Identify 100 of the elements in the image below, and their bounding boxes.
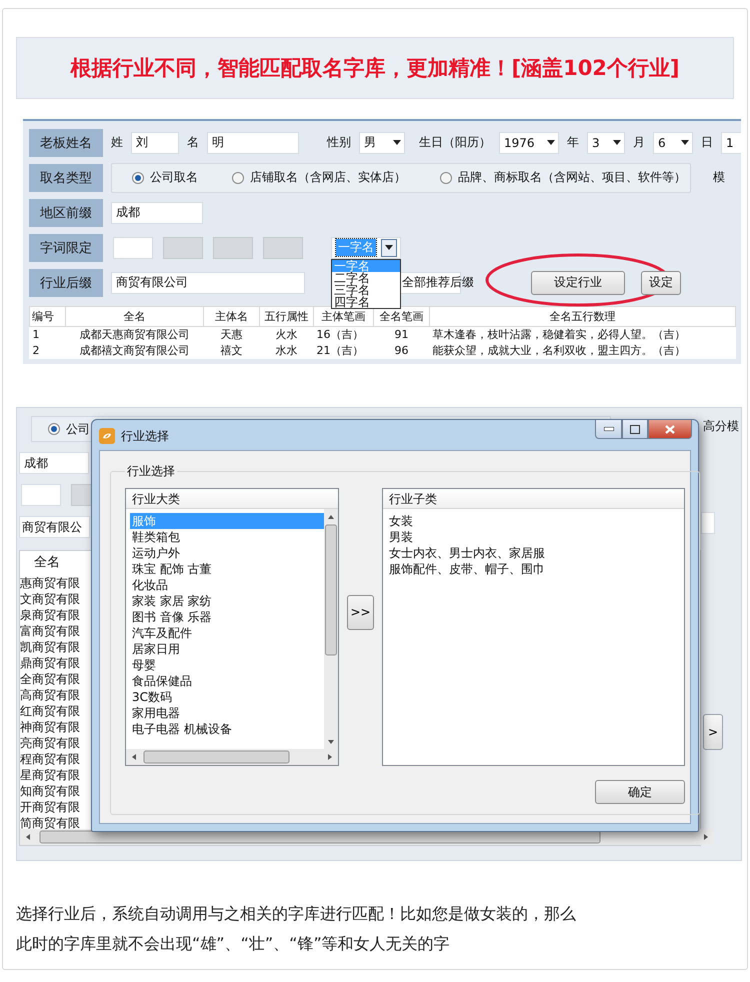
set-industry-button[interactable]: 设定 (641, 270, 681, 294)
region-field[interactable]: 成都 (111, 202, 203, 224)
field-label: 日 (701, 134, 713, 151)
table-cell: 水水 (260, 343, 314, 359)
suffix-field[interactable]: 商贸有限公 (19, 516, 90, 538)
field-label: 生日（阳历） (419, 134, 491, 151)
table-cell: 2 (30, 343, 66, 359)
table-cell: 火水 (260, 326, 314, 343)
caption-text: 此时的字库里就不会出现“雄”、“壮”、“锋”等和女人无关的字 (16, 933, 451, 955)
radio-option[interactable]: 公司取名 (132, 169, 198, 186)
list-item[interactable]: 图书 音像 乐器 (130, 609, 324, 625)
vertical-scrollbar[interactable] (324, 509, 338, 749)
table-cell-text: 程商贸有限 (20, 751, 81, 767)
close-button[interactable] (648, 420, 692, 439)
list-item[interactable]: 鞋类箱包 (130, 529, 324, 545)
move-button[interactable]: >> (347, 594, 374, 630)
column-header[interactable]: 主体笔画 (314, 306, 374, 326)
list-item[interactable]: 化妆品 (130, 577, 324, 593)
caret-icon (393, 140, 401, 145)
list-item[interactable]: 家用电器 (130, 705, 324, 721)
day-select[interactable]: 6 (653, 132, 693, 154)
field-label: 姓 (111, 134, 123, 151)
list-item[interactable]: 运动户外 (130, 545, 324, 561)
list-item[interactable]: 家装 家居 家纺 (130, 593, 324, 609)
window-title: 行业选择 (121, 428, 169, 445)
column-header[interactable]: 五行属性 (260, 306, 314, 326)
list-item[interactable]: 珠宝 配饰 古董 (130, 561, 324, 577)
caret-icon (681, 140, 689, 145)
list-item[interactable]: 居家日用 (130, 641, 324, 657)
given-name-field[interactable]: 明 (207, 132, 299, 154)
field-label: 高分模 (703, 418, 739, 435)
caret-icon (613, 140, 621, 145)
table-cell: 1 (30, 326, 66, 343)
word-field[interactable] (21, 484, 61, 506)
banner-headline: 根据行业不同，智能匹配取名字库，更加精准！[涵盖102个行业] (16, 37, 734, 99)
column-header[interactable]: 编号 (30, 306, 66, 326)
radio-option[interactable]: 品牌、商标取名（含网站、项目、软件等） (440, 169, 686, 186)
side-field[interactable] (701, 512, 715, 534)
table-cell-text: 全商贸有限 (20, 671, 81, 687)
maximize-icon (630, 424, 640, 434)
caret-icon (385, 245, 393, 250)
table-cell: 天惠 (204, 326, 260, 343)
gender-select[interactable]: 男 (359, 132, 405, 154)
field-label: 地区前缀 (29, 198, 103, 226)
table-cell: 成都禧文商贸有限公司 (66, 343, 204, 359)
list-item[interactable]: 电子电器 机械设备 (130, 721, 324, 737)
table-cell-text: 富商贸有限 (20, 623, 81, 639)
close-icon (665, 424, 675, 434)
field-label: 行业后缀 (29, 268, 103, 296)
minimize-button[interactable] (595, 420, 622, 439)
field-label: 性别 (327, 134, 351, 151)
table-cell: 16（吉） (314, 326, 374, 343)
year-select[interactable]: 1976 (499, 132, 559, 154)
radio-option[interactable]: 公司 (48, 420, 90, 438)
field-label: 月 (633, 134, 645, 151)
maximize-button[interactable] (622, 420, 648, 439)
table-cell-text: 简商贸有限 (20, 815, 81, 829)
list-item[interactable]: 汽车及配件 (130, 625, 324, 641)
table-cell: 能获众望，成就大业，名利双收，盟主四方。（吉） (430, 343, 736, 359)
caret-icon (547, 140, 555, 145)
hour-field[interactable]: 1 (721, 132, 741, 154)
column-header[interactable]: 全名笔画 (374, 306, 430, 326)
field-label: 年 (567, 134, 579, 151)
column-header[interactable]: 全名 (20, 551, 88, 575)
table-cell-text: 亮商贸有限 (20, 735, 81, 751)
horizontal-scrollbar[interactable] (126, 749, 338, 765)
field-label: 模 (713, 169, 725, 186)
next-button[interactable]: > (703, 714, 723, 750)
table-cell: 草木逢春，枝叶沾露，稳健着实，必得人望。（吉） (430, 326, 736, 343)
caption-text: 选择行业后，系统自动调用与之相关的字库进行匹配！比如您是做女装的，那么 (16, 903, 577, 925)
table-cell-text: 文商贸有限 (20, 591, 81, 607)
column-header[interactable]: 全名五行数理 (430, 306, 736, 326)
list-item[interactable]: 母婴 (130, 657, 324, 673)
field-label: 取名类型 (29, 164, 103, 192)
list-item[interactable]: 服饰配件、皮带、帽子、围巾 (387, 561, 684, 577)
field-label: 名 (187, 134, 199, 151)
table-cell-text: 星商贸有限 (20, 767, 81, 783)
suffix-field[interactable]: 商贸有限公司 (111, 272, 305, 294)
table-cell-text: 神商贸有限 (20, 719, 81, 735)
radio-option[interactable]: 店铺取名（含网店、实体店） (232, 169, 406, 186)
list-item[interactable]: 3C数码 (130, 689, 324, 705)
table-cell: 成都天惠商贸有限公司 (66, 326, 204, 343)
month-select[interactable]: 3 (587, 132, 625, 154)
minimize-icon (604, 427, 614, 431)
column-header[interactable]: 主体名 (204, 306, 260, 326)
list-item[interactable]: 食品保健品 (130, 673, 324, 689)
table-cell-text: 知商贸有限 (20, 783, 81, 799)
surname-field[interactable]: 刘 (131, 132, 179, 154)
word-field[interactable] (113, 236, 153, 258)
set-industry-button[interactable]: 设定行业 (531, 270, 625, 294)
list-item[interactable]: 女装 (387, 513, 684, 529)
table-cell-text: 泉商贸有限 (20, 607, 81, 623)
column-header[interactable]: 全名 (66, 306, 204, 326)
table-cell-text: 凯商贸有限 (20, 639, 81, 655)
ok-button[interactable]: 确定 (595, 780, 685, 804)
table-cell: 21（吉） (314, 343, 374, 359)
list-item[interactable]: 女士内衣、男士内衣、家居服 (387, 545, 684, 561)
list-item[interactable]: 男装 (387, 529, 684, 545)
region-field[interactable]: 成都 (19, 452, 89, 474)
table-cell-text: 惠商贸有限 (20, 575, 81, 591)
